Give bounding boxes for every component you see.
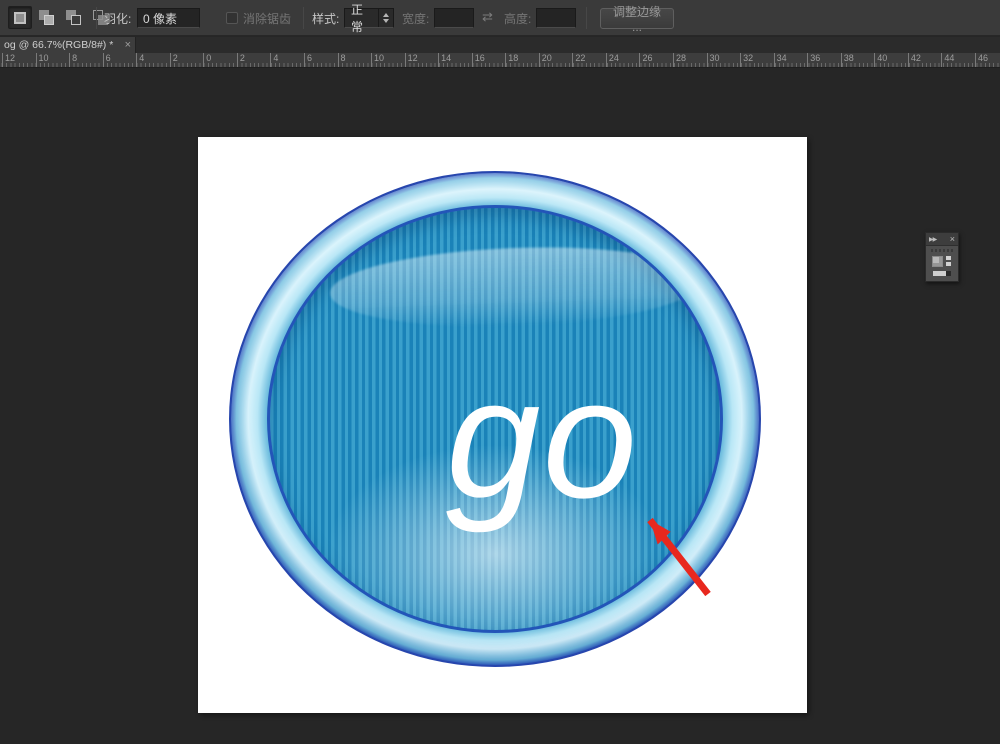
ruler-tick: 0	[203, 53, 204, 68]
panel-grip	[931, 249, 953, 252]
ruler-tick: 2	[237, 53, 238, 68]
ruler-tick: 8	[69, 53, 70, 68]
ruler-tick: 42	[908, 53, 909, 68]
panel-bar-icon[interactable]	[933, 271, 951, 276]
selection-mode-group	[8, 6, 113, 29]
document-tab[interactable]: og @ 66.7%(RGB/8#) * ×	[0, 37, 136, 53]
options-bar: 羽化: 0 像素 消除锯齿 样式: 正常 宽度: ⇄ 高度: 调整边缘 ...	[0, 0, 1000, 36]
style-dropdown[interactable]: 正常	[344, 8, 394, 28]
ruler-tick: 12	[2, 53, 3, 68]
divider	[96, 7, 97, 29]
ruler[interactable]: 1210864202468101214161820222426283032343…	[0, 53, 1000, 68]
floating-panel[interactable]: ▶▶ ×	[925, 232, 959, 282]
ruler-tick: 14	[438, 53, 439, 68]
width-input[interactable]	[434, 8, 474, 28]
ruler-tick: 16	[472, 53, 473, 68]
ruler-tick: 22	[572, 53, 573, 68]
feather-input[interactable]: 0 像素	[137, 8, 200, 28]
feather-label: 羽化:	[104, 10, 131, 27]
spinner-arrows-icon[interactable]	[378, 9, 393, 27]
divider	[303, 7, 304, 29]
go-button-graphic: go	[229, 171, 761, 667]
ruler-tick: 34	[774, 53, 775, 68]
ruler-tick: 40	[874, 53, 875, 68]
width-label: 宽度:	[402, 10, 429, 27]
ruler-tick: 36	[807, 53, 808, 68]
ruler-tick: 24	[606, 53, 607, 68]
ruler-tick: 20	[539, 53, 540, 68]
collapse-panel-icon[interactable]: ▶▶	[929, 236, 936, 243]
height-label: 高度:	[504, 10, 531, 27]
height-input[interactable]	[536, 8, 576, 28]
tab-close-icon[interactable]: ×	[125, 39, 131, 51]
ruler-tick: 10	[371, 53, 372, 68]
ruler-tick: 32	[740, 53, 741, 68]
add-to-selection-icon[interactable]	[35, 6, 59, 29]
ruler-tick: 38	[841, 53, 842, 68]
ruler-tick: 2	[170, 53, 171, 68]
ruler-tick: 4	[270, 53, 271, 68]
ruler-tick: 26	[639, 53, 640, 68]
style-label: 样式:	[312, 10, 339, 27]
ruler-tick: 6	[304, 53, 305, 68]
ruler-tick: 30	[707, 53, 708, 68]
ruler-tick: 8	[338, 53, 339, 68]
ruler-tick: 46	[975, 53, 976, 68]
ruler-tick: 18	[505, 53, 506, 68]
workspace: go ▶▶ ×	[0, 69, 1000, 744]
ruler-tick: 44	[941, 53, 942, 68]
ruler-tick: 28	[673, 53, 674, 68]
refine-edge-button[interactable]: 调整边缘 ...	[600, 8, 674, 29]
swap-dimensions-icon[interactable]: ⇄	[482, 9, 493, 25]
panel-close-icon[interactable]: ×	[950, 235, 955, 244]
panel-cube-icon[interactable]	[932, 255, 952, 268]
document-title: og @ 66.7%(RGB/8#) *	[4, 39, 121, 51]
subtract-from-selection-icon[interactable]	[62, 6, 86, 29]
ruler-tick: 10	[36, 53, 37, 68]
divider	[586, 7, 587, 29]
tab-bar: og @ 66.7%(RGB/8#) * ×	[0, 37, 1000, 53]
antialias-label: 消除锯齿	[243, 10, 291, 27]
ruler-tick: 12	[405, 53, 406, 68]
document-canvas[interactable]: go	[198, 137, 807, 713]
ruler-tick: 4	[136, 53, 137, 68]
go-button-stripes: go	[267, 205, 723, 633]
antialias-checkbox[interactable]	[226, 12, 238, 24]
new-selection-icon[interactable]	[8, 6, 32, 29]
go-button-text: go	[446, 354, 639, 524]
ruler-tick: 6	[103, 53, 104, 68]
floating-panel-header: ▶▶ ×	[926, 233, 958, 246]
style-value: 正常	[345, 1, 378, 35]
